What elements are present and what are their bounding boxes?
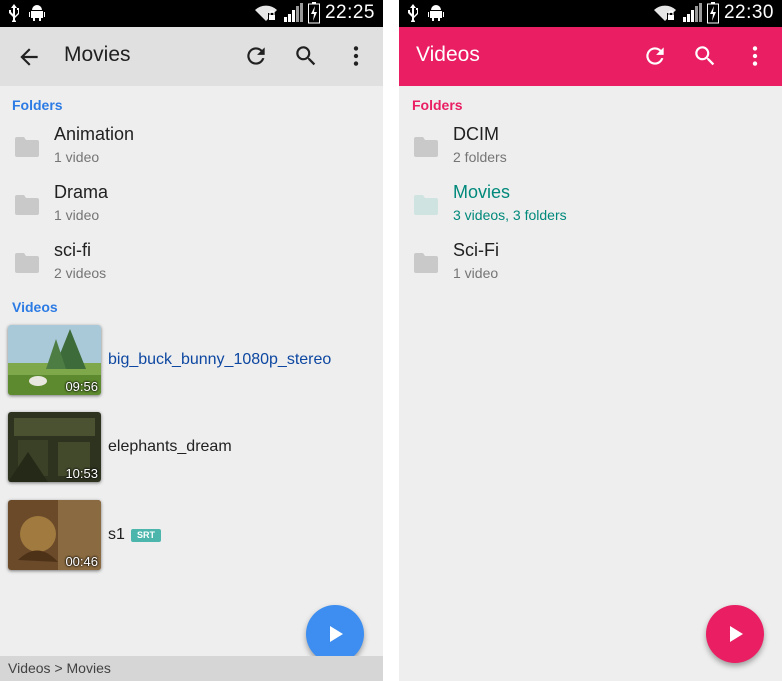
folder-count: 1 video	[54, 207, 100, 223]
video-thumbnail: 00:46	[8, 500, 101, 570]
more-vert-icon[interactable]	[742, 43, 768, 69]
video-title: elephants_dream	[108, 438, 232, 455]
folder-item-dcim[interactable]: DCIM 2 folders	[399, 120, 782, 178]
more-vert-icon[interactable]	[343, 43, 369, 69]
folder-icon	[15, 253, 39, 273]
subtitle-badge: SRT	[131, 529, 161, 542]
videos-screen: 22:30 Videos Folders DCIM 2 folders Movi…	[399, 0, 782, 681]
folder-name: DCIM	[453, 124, 499, 144]
folder-count: 1 video	[453, 265, 499, 281]
movies-screen: 22:25 Movies Folders Animation 1 video D…	[0, 0, 383, 681]
video-title: s1	[108, 526, 125, 543]
search-icon[interactable]	[692, 43, 718, 69]
video-thumbnail: 09:56	[8, 325, 101, 395]
battery-charging-icon	[706, 2, 719, 24]
play-fab-button[interactable]	[306, 605, 364, 663]
video-duration: 09:56	[65, 379, 98, 394]
status-time: 22:25	[324, 2, 375, 23]
folder-name: Drama	[54, 182, 109, 202]
usb-icon	[408, 4, 418, 22]
video-duration: 00:46	[65, 554, 98, 569]
usb-icon	[9, 4, 19, 22]
video-title: big_buck_bunny_1080p_stereo	[108, 351, 332, 368]
folder-item-animation[interactable]: Animation 1 video	[0, 120, 383, 178]
folder-item-drama[interactable]: Drama 1 video	[0, 178, 383, 236]
status-bar: 22:30	[399, 0, 782, 27]
folders-header: Folders	[412, 97, 463, 113]
folder-count: 3 videos, 3 folders	[453, 207, 567, 223]
folder-name: Sci-Fi	[453, 240, 499, 260]
folder-item-sci-fi[interactable]: sci-fi 2 videos	[0, 236, 383, 294]
video-duration: 10:53	[65, 466, 98, 481]
status-time: 22:30	[723, 2, 774, 23]
signal-icon	[682, 3, 702, 22]
folder-count: 2 folders	[453, 149, 507, 165]
refresh-icon[interactable]	[642, 43, 668, 69]
back-arrow-icon[interactable]	[16, 44, 42, 70]
signal-icon	[283, 3, 303, 22]
video-thumbnail: 10:53	[8, 412, 101, 482]
page-title: Movies	[64, 43, 131, 66]
folder-icon	[414, 137, 438, 157]
search-icon[interactable]	[293, 43, 319, 69]
toolbar: Movies	[0, 27, 383, 86]
video-item-elephants-dream[interactable]: 10:53 elephants_dream	[0, 412, 383, 484]
battery-charging-icon	[307, 2, 320, 24]
play-icon	[330, 626, 343, 642]
play-icon	[730, 626, 743, 642]
folder-name: Animation	[54, 124, 135, 144]
breadcrumb[interactable]: Videos > Movies	[0, 656, 383, 681]
folder-name: Movies	[453, 182, 511, 202]
android-debug-icon	[428, 5, 444, 21]
wifi-icon	[653, 5, 676, 21]
android-debug-icon	[29, 5, 45, 21]
folder-item-movies[interactable]: Movies 3 videos, 3 folders	[399, 178, 782, 236]
page-title: Videos	[416, 43, 480, 66]
folder-count: 1 video	[54, 149, 100, 165]
folder-icon	[15, 195, 39, 215]
folders-header: Folders	[12, 97, 63, 113]
toolbar: Videos	[399, 27, 782, 86]
video-item-s1[interactable]: 00:46 s1 SRT	[0, 500, 383, 572]
play-fab-button[interactable]	[706, 605, 764, 663]
folder-count: 2 videos	[54, 265, 107, 281]
wifi-icon	[254, 5, 277, 21]
folder-item-sci-fi[interactable]: Sci-Fi 1 video	[399, 236, 782, 294]
folder-icon	[414, 253, 438, 273]
folder-icon	[15, 137, 39, 157]
folder-name: sci-fi	[54, 240, 91, 260]
status-bar: 22:25	[0, 0, 383, 27]
videos-header: Videos	[12, 299, 58, 315]
video-item-big-buck-bunny[interactable]: 09:56 big_buck_bunny_1080p_stereo	[0, 325, 383, 397]
refresh-icon[interactable]	[243, 43, 269, 69]
folder-icon	[414, 195, 438, 215]
